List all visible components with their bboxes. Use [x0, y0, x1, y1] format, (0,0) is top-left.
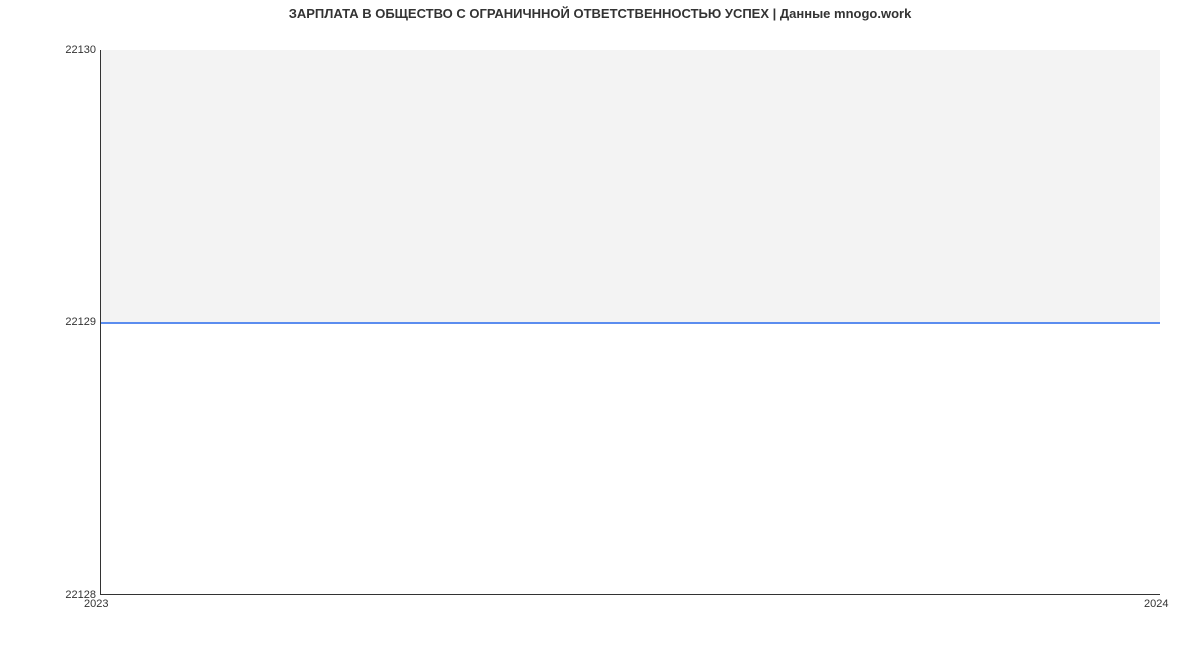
chart-container: ЗАРПЛАТА В ОБЩЕСТВО С ОГРАНИЧННОЙ ОТВЕТС… — [0, 0, 1200, 650]
data-line — [101, 322, 1160, 324]
y-tick-label: 22130 — [65, 44, 96, 56]
x-tick-label: 2024 — [1144, 598, 1168, 610]
x-tick-label: 2023 — [84, 598, 108, 610]
chart-title: ЗАРПЛАТА В ОБЩЕСТВО С ОГРАНИЧННОЙ ОТВЕТС… — [0, 6, 1200, 21]
plot-shaded-upper — [101, 50, 1160, 322]
plot-area — [100, 50, 1160, 595]
y-tick-label: 22129 — [65, 316, 96, 328]
